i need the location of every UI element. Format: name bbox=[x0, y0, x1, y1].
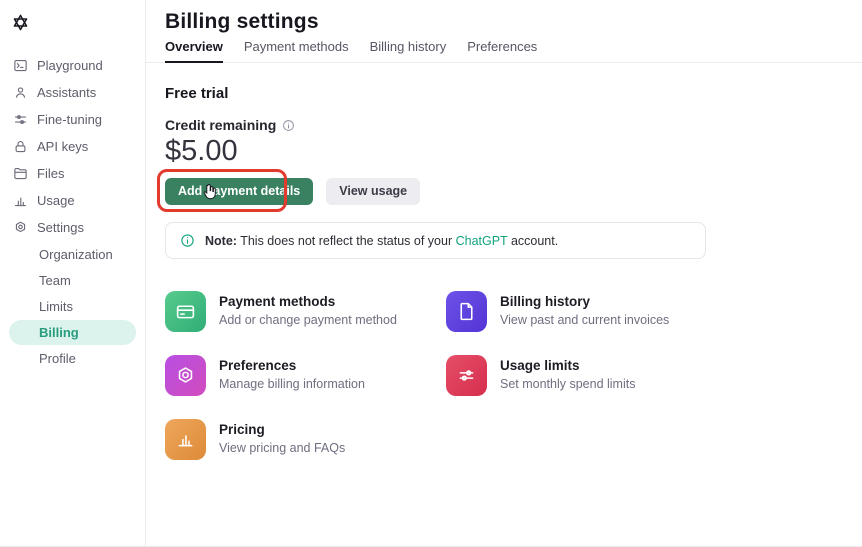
sidebar-item-files[interactable]: Files bbox=[0, 160, 145, 187]
card-title: Usage limits bbox=[500, 358, 635, 373]
bar-chart-icon bbox=[165, 419, 206, 460]
sidebar-item-label: Assistants bbox=[37, 85, 96, 100]
view-usage-button[interactable]: View usage bbox=[326, 178, 420, 205]
button-row: Add payment details View usage bbox=[165, 178, 420, 205]
tab-bar: Overview Payment methods Billing history… bbox=[146, 39, 862, 63]
assistants-icon bbox=[13, 85, 28, 100]
card-title: Preferences bbox=[219, 358, 365, 373]
card-subtitle: Manage billing information bbox=[219, 377, 365, 391]
card-preferences[interactable]: Preferences Manage billing information bbox=[165, 355, 437, 396]
sidebar-item-usage[interactable]: Usage bbox=[0, 187, 145, 214]
free-trial-heading: Free trial bbox=[165, 85, 228, 102]
card-subtitle: Add or change payment method bbox=[219, 313, 397, 327]
sidebar-subitem-label: Profile bbox=[39, 351, 76, 366]
sliders-icon bbox=[446, 355, 487, 396]
card-usage-limits[interactable]: Usage limits Set monthly spend limits bbox=[446, 355, 718, 396]
tab-overview[interactable]: Overview bbox=[165, 39, 223, 63]
note-suffix: account. bbox=[507, 234, 558, 248]
page-title: Billing settings bbox=[165, 10, 319, 34]
card-payment-methods[interactable]: Payment methods Add or change payment me… bbox=[165, 291, 437, 332]
billing-settings-page: { "sidebar": { "items": [ { "label": "Pl… bbox=[0, 0, 862, 547]
card-title: Billing history bbox=[500, 294, 669, 309]
card-title: Pricing bbox=[219, 422, 345, 437]
shortcut-cards-grid: Payment methods Add or change payment me… bbox=[165, 291, 727, 460]
sidebar-item-label: Playground bbox=[37, 58, 103, 73]
sidebar-item-api-keys[interactable]: API keys bbox=[0, 133, 145, 160]
sidebar-item-label: Usage bbox=[37, 193, 75, 208]
credit-remaining-row: Credit remaining bbox=[165, 117, 295, 133]
tab-billing-history[interactable]: Billing history bbox=[370, 39, 447, 63]
sidebar-subitem-team[interactable]: Team bbox=[9, 268, 136, 293]
sidebar-subitem-limits[interactable]: Limits bbox=[9, 294, 136, 319]
sidebar-nav: Playground Assistants Fine-tuning API ke… bbox=[0, 52, 145, 371]
sidebar-item-fine-tuning[interactable]: Fine-tuning bbox=[0, 106, 145, 133]
note-body: This does not reflect the status of your bbox=[237, 234, 456, 248]
note-info-icon bbox=[180, 233, 195, 248]
chatgpt-link[interactable]: ChatGPT bbox=[456, 234, 508, 248]
card-subtitle: View pricing and FAQs bbox=[219, 441, 345, 455]
sidebar: Playground Assistants Fine-tuning API ke… bbox=[0, 0, 146, 546]
gear-icon bbox=[165, 355, 206, 396]
credit-remaining-label: Credit remaining bbox=[165, 117, 276, 133]
card-subtitle: Set monthly spend limits bbox=[500, 377, 635, 391]
main-content: Billing settings Overview Payment method… bbox=[146, 0, 862, 547]
note-prefix: Note: bbox=[205, 234, 237, 248]
card-billing-history[interactable]: Billing history View past and current in… bbox=[446, 291, 718, 332]
credit-amount: $5.00 bbox=[165, 135, 238, 168]
openai-logo-icon bbox=[10, 12, 31, 33]
sidebar-subitem-label: Organization bbox=[39, 247, 113, 262]
tab-preferences[interactable]: Preferences bbox=[467, 39, 537, 63]
sidebar-subitem-organization[interactable]: Organization bbox=[9, 242, 136, 267]
sidebar-item-label: Settings bbox=[37, 220, 84, 235]
card-subtitle: View past and current invoices bbox=[500, 313, 669, 327]
files-icon bbox=[13, 166, 28, 181]
note-text: Note: This does not reflect the status o… bbox=[205, 234, 558, 248]
sidebar-subitem-profile[interactable]: Profile bbox=[9, 346, 136, 371]
sidebar-item-label: API keys bbox=[37, 139, 88, 154]
credit-info-icon[interactable] bbox=[282, 119, 295, 132]
sidebar-subitem-label: Team bbox=[39, 273, 71, 288]
card-title: Payment methods bbox=[219, 294, 397, 309]
sidebar-item-assistants[interactable]: Assistants bbox=[0, 79, 145, 106]
add-payment-details-button[interactable]: Add payment details bbox=[165, 178, 313, 205]
api-keys-icon bbox=[13, 139, 28, 154]
card-pricing[interactable]: Pricing View pricing and FAQs bbox=[165, 419, 437, 460]
invoice-icon bbox=[446, 291, 487, 332]
sidebar-subitem-label: Billing bbox=[39, 325, 79, 340]
credit-card-icon bbox=[165, 291, 206, 332]
sidebar-subitem-billing[interactable]: Billing bbox=[9, 320, 136, 345]
settings-icon bbox=[13, 220, 28, 235]
sidebar-subitem-label: Limits bbox=[39, 299, 73, 314]
sidebar-item-settings[interactable]: Settings bbox=[0, 214, 145, 241]
sidebar-item-label: Fine-tuning bbox=[37, 112, 102, 127]
fine-tuning-icon bbox=[13, 112, 28, 127]
sidebar-item-label: Files bbox=[37, 166, 64, 181]
playground-icon bbox=[13, 58, 28, 73]
tab-payment-methods[interactable]: Payment methods bbox=[244, 39, 349, 63]
usage-icon bbox=[13, 193, 28, 208]
note-banner: Note: This does not reflect the status o… bbox=[165, 222, 706, 259]
sidebar-item-playground[interactable]: Playground bbox=[0, 52, 145, 79]
